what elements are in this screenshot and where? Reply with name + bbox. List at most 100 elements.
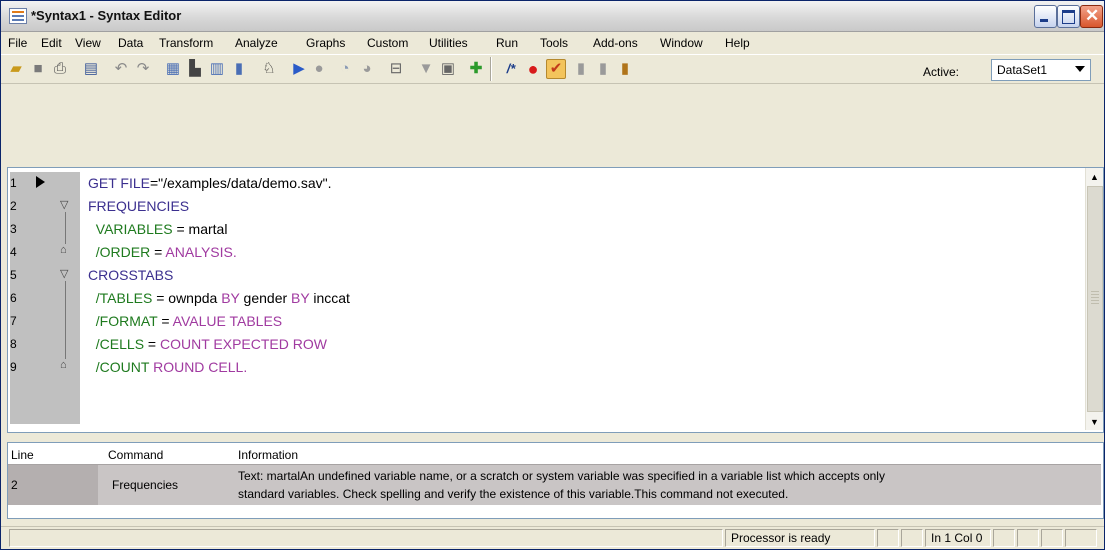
- code-line[interactable]: /CELLS = COUNT EXPECTED ROW: [88, 333, 327, 356]
- code-token: /TABLES: [88, 290, 153, 306]
- menu-utilities[interactable]: Utilities: [429, 36, 468, 50]
- status-panel: [993, 529, 1015, 547]
- active-dataset-dropdown[interactable]: DataSet1: [991, 59, 1091, 81]
- code-token: FREQUENCIES: [88, 198, 190, 214]
- menu-run[interactable]: Run: [496, 36, 518, 50]
- code-token: /FORMAT: [88, 313, 158, 329]
- code-token: /COUNT: [88, 359, 154, 375]
- code-token: inccat: [309, 290, 350, 306]
- bookmark-next-icon[interactable]: ▮: [571, 59, 591, 79]
- line-number: 1: [10, 176, 17, 190]
- scroll-down-icon[interactable]: ▼: [1086, 413, 1103, 430]
- status-bar: Processor is ready In 1 Col 0: [1, 526, 1104, 549]
- fold-end-icon: ⌂: [60, 244, 67, 256]
- code-token: /CELLS: [88, 336, 145, 352]
- line-number-gutter: 1 2 3 4 5 6 7 8 9 ▽ ⌂ ▽ ⌂: [8, 168, 82, 430]
- syntax-editor-pane[interactable]: 1 2 3 4 5 6 7 8 9 ▽ ⌂ ▽ ⌂ GET FILE="/exa…: [7, 167, 1104, 433]
- close-button[interactable]: ✕: [1080, 5, 1103, 28]
- window-title: *Syntax1 - Syntax Editor: [31, 8, 182, 23]
- step-through-icon[interactable]: ◕: [357, 59, 377, 79]
- goto-variable-icon[interactable]: ▥: [207, 59, 227, 79]
- bookmark-clear-icon[interactable]: ▮: [615, 59, 635, 79]
- scroll-grip: [1091, 291, 1099, 305]
- title-bar[interactable]: *Syntax1 - Syntax Editor ✕: [1, 1, 1104, 32]
- breakpoint-icon[interactable]: ●: [523, 59, 543, 79]
- menu-view[interactable]: View: [75, 36, 101, 50]
- menu-file[interactable]: File: [8, 36, 27, 50]
- scroll-thumb[interactable]: [1087, 186, 1103, 412]
- goto-case-icon[interactable]: ▙: [185, 59, 205, 79]
- code-line[interactable]: /COUNT ROUND CELL.: [88, 356, 247, 379]
- menu-window[interactable]: Window: [660, 36, 703, 50]
- fold-end-icon: ⌂: [60, 359, 67, 371]
- line-number: 7: [10, 314, 17, 328]
- menu-add-ons[interactable]: Add-ons: [593, 36, 638, 50]
- minimize-button[interactable]: [1034, 5, 1057, 28]
- status-panel: [901, 529, 923, 547]
- syntax-editor-window: *Syntax1 - Syntax Editor ✕ File Edit Vie…: [0, 0, 1105, 550]
- vertical-scrollbar[interactable]: ▲ ▼: [1085, 168, 1103, 430]
- line-number: 9: [10, 360, 17, 374]
- variables-icon[interactable]: ▮: [229, 59, 249, 79]
- line-number: 2: [10, 199, 17, 213]
- add-icon[interactable]: ✚: [466, 59, 486, 79]
- code-token: =: [157, 313, 173, 329]
- menu-transform[interactable]: Transform: [159, 36, 213, 50]
- code-token: ROUND CELL.: [153, 359, 248, 375]
- run-selection-icon[interactable]: ▶: [289, 59, 309, 79]
- syntax-help-icon[interactable]: ▼: [416, 59, 436, 79]
- code-token: AVALUE TABLES: [172, 313, 283, 329]
- error-line: 2: [11, 478, 18, 492]
- code-line[interactable]: VARIABLES = martal: [88, 218, 228, 241]
- goto-data-icon[interactable]: ▦: [163, 59, 183, 79]
- fold-open-icon[interactable]: ▽: [60, 267, 70, 280]
- cursor-position: In 1 Col 0: [931, 531, 983, 545]
- error-pane: Line Command Information 2 Frequencies T…: [7, 442, 1104, 519]
- error-information-line2: standard variables. Check spelling and v…: [238, 487, 789, 501]
- menu-edit[interactable]: Edit: [41, 36, 62, 50]
- code-line[interactable]: GET FILE="/examples/data/demo.sav".: [88, 172, 332, 195]
- error-information-line1: Text: martalAn undefined variable name, …: [238, 469, 885, 483]
- comment-icon[interactable]: /*: [501, 59, 521, 79]
- code-line[interactable]: CROSSTABS: [88, 264, 173, 287]
- code-token: martal: [188, 221, 228, 237]
- menu-data[interactable]: Data: [118, 36, 143, 50]
- maximize-button[interactable]: [1057, 5, 1080, 28]
- menu-tools[interactable]: Tools: [540, 36, 568, 50]
- menu-graphs[interactable]: Graphs: [306, 36, 345, 50]
- scroll-up-icon[interactable]: ▲: [1086, 168, 1103, 185]
- error-row[interactable]: 2 Frequencies Text: martalAn undefined v…: [8, 464, 1101, 505]
- status-panel: [1041, 529, 1063, 547]
- find-icon[interactable]: ♘: [259, 59, 279, 79]
- code-line[interactable]: /ORDER = ANALYSIS.: [88, 241, 237, 264]
- toolbar: ▰ ■ ⎙ ▤ ↶ ↷ ▦ ▙ ▥ ▮ ♘ ▶ ● ◔ ◕ ⊟ ▼ ▣ ✚ /*…: [1, 54, 1104, 84]
- code-token: ="/examples/data/demo.sav".: [149, 175, 332, 191]
- bookmark-icon[interactable]: ✔: [546, 59, 566, 79]
- code-token: = ownpda: [152, 290, 222, 306]
- bookmark-prev-icon[interactable]: ▮: [593, 59, 613, 79]
- code-line[interactable]: FREQUENCIES: [88, 195, 189, 218]
- menu-custom[interactable]: Custom: [367, 36, 408, 50]
- step-icon[interactable]: ◔: [335, 59, 355, 79]
- validate-icon[interactable]: ▣: [438, 59, 458, 79]
- menu-help[interactable]: Help: [725, 36, 750, 50]
- stop-icon[interactable]: ●: [309, 59, 329, 79]
- code-line[interactable]: /TABLES = ownpda BY gender BY inccat: [88, 287, 350, 310]
- wrap-icon[interactable]: ⊟: [386, 59, 406, 79]
- dialog-recall-icon[interactable]: ▤: [81, 59, 101, 79]
- redo-icon[interactable]: ↷: [133, 59, 153, 79]
- syntax-window-icon[interactable]: [9, 8, 27, 24]
- fold-open-icon[interactable]: ▽: [60, 198, 70, 211]
- status-panel: [877, 529, 899, 547]
- menu-analyze[interactable]: Analyze: [235, 36, 278, 50]
- undo-icon[interactable]: ↶: [111, 59, 131, 79]
- error-header-line: Line: [11, 448, 34, 462]
- open-icon[interactable]: ▰: [6, 59, 26, 79]
- current-line-arrow-icon: [36, 176, 45, 188]
- save-icon[interactable]: ■: [28, 59, 48, 79]
- status-panel-main: [9, 529, 723, 547]
- code-line[interactable]: /FORMAT = AVALUE TABLES: [88, 310, 282, 333]
- code-token: gender: [239, 290, 292, 306]
- print-icon[interactable]: ⎙: [50, 59, 70, 79]
- minimize-icon: [1040, 19, 1048, 22]
